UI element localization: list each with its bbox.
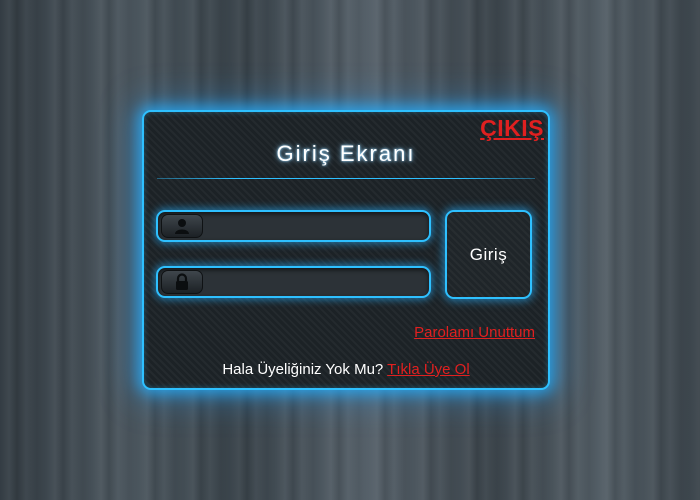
username-field[interactable] [156,210,431,242]
title-divider [157,178,535,179]
page-title: Giriş Ekranı [276,141,416,166]
exit-link[interactable]: ÇIKIŞ [480,115,544,142]
signup-row: Hala Üyeliğiniz Yok Mu? Tıkla Üye Ol [144,361,548,378]
signup-link[interactable]: Tıkla Üye Ol [387,361,470,378]
login-panel: ÇIKIŞ Giriş Ekranı Giriş Parolamı Unuttu… [142,110,550,390]
lock-icon [161,270,203,294]
login-button[interactable]: Giriş [445,210,532,299]
password-field[interactable] [156,266,431,298]
forgot-password-link[interactable]: Parolamı Unuttum [414,324,535,341]
password-input[interactable] [208,270,423,294]
signup-prompt: Hala Üyeliğiniz Yok Mu? [222,361,384,378]
user-icon [161,214,203,238]
username-input[interactable] [208,214,423,238]
